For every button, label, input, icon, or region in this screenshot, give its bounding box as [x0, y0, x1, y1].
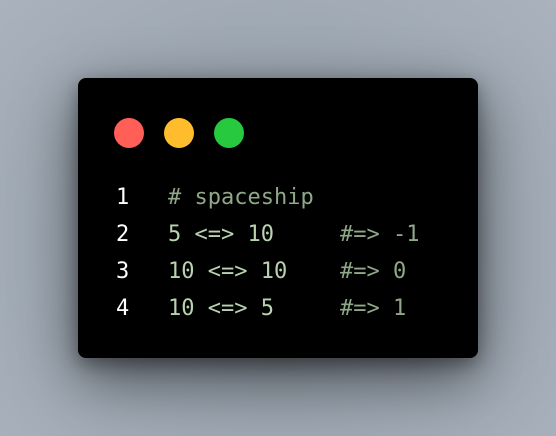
line-number: 2: [116, 222, 130, 247]
result-comment: #=> -1: [340, 222, 420, 247]
code-window: 1 # spaceship 2 5 <=> 10 #=> -1 3 10 <=>…: [78, 78, 478, 358]
code-text: # spaceship: [168, 185, 314, 210]
code-block: 1 # spaceship 2 5 <=> 10 #=> -1 3 10 <=>…: [116, 179, 419, 327]
line-number: 4: [116, 296, 130, 321]
code-text: 10 <=> 10: [168, 259, 288, 284]
window-controls: [114, 118, 244, 148]
result-comment: #=> 1: [340, 296, 407, 321]
code-text: 5 <=> 10: [168, 222, 274, 247]
code-text: 10 <=> 5: [168, 296, 274, 321]
code-line: 1 # spaceship: [116, 179, 419, 216]
line-number: 3: [116, 259, 130, 284]
result-comment: #=> 0: [340, 259, 407, 284]
close-button[interactable]: [114, 118, 144, 148]
code-line: 3 10 <=> 10 #=> 0: [116, 253, 419, 290]
line-number: 1: [116, 185, 130, 210]
maximize-button[interactable]: [214, 118, 244, 148]
code-line: 2 5 <=> 10 #=> -1: [116, 216, 419, 253]
code-line: 4 10 <=> 5 #=> 1: [116, 290, 419, 327]
minimize-button[interactable]: [164, 118, 194, 148]
